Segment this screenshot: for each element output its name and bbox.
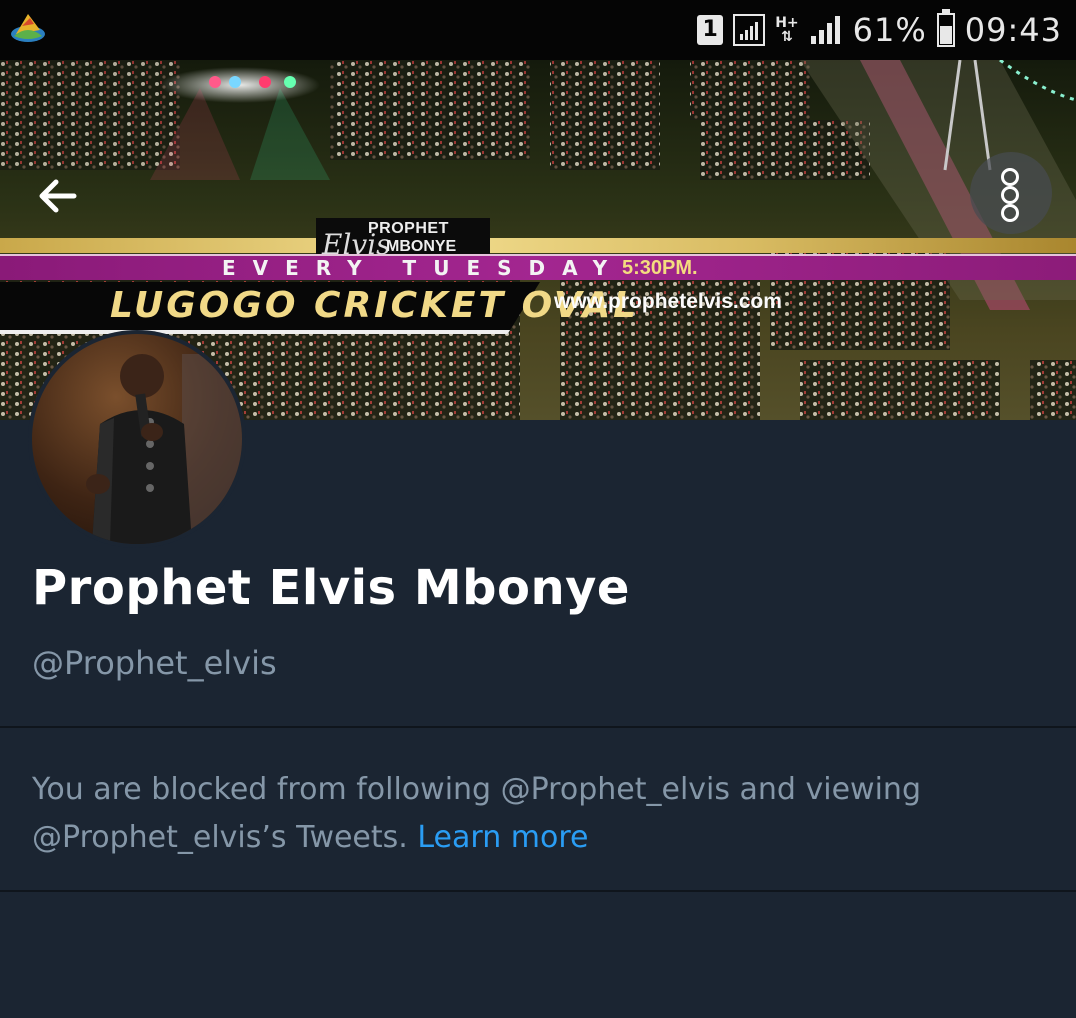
signal-icon bbox=[733, 14, 766, 46]
banner-time: 5:30PM. bbox=[622, 257, 698, 279]
banner-url: www.prophetelvis.com bbox=[554, 290, 782, 313]
avatar-photo bbox=[32, 334, 242, 544]
sim-1-icon: 1 bbox=[697, 15, 724, 45]
battery-fill bbox=[939, 25, 952, 44]
divider bbox=[0, 726, 1076, 728]
cell-signal-icon bbox=[810, 16, 840, 44]
app-icon bbox=[11, 14, 45, 42]
avatar[interactable] bbox=[28, 330, 246, 548]
network-type-icon: H+ ⇅ bbox=[775, 15, 799, 45]
learn-more-link[interactable]: Learn more bbox=[417, 820, 588, 855]
blocked-notice: You are blocked from following @Prophet_… bbox=[32, 766, 1042, 862]
profile-display-name: Prophet Elvis Mbonye bbox=[32, 560, 630, 616]
brand-prophet: PROPHET bbox=[368, 220, 449, 237]
back-arrow-icon[interactable] bbox=[34, 172, 82, 220]
battery-icon bbox=[936, 9, 955, 47]
banner-gold-stripe bbox=[0, 238, 1076, 253]
banner-brand: Elvis PROPHET MBONYE bbox=[316, 218, 490, 261]
status-bar: 1 H+ ⇅ 61% 09:43 bbox=[0, 0, 1076, 60]
banner-schedule: EVERY TUESDAY bbox=[222, 256, 625, 280]
profile-handle: @Prophet_elvis bbox=[32, 644, 277, 682]
more-options-icon[interactable] bbox=[970, 152, 1052, 234]
battery-percent: 61% bbox=[852, 11, 927, 49]
divider bbox=[0, 890, 1076, 892]
clock: 09:43 bbox=[964, 11, 1062, 49]
